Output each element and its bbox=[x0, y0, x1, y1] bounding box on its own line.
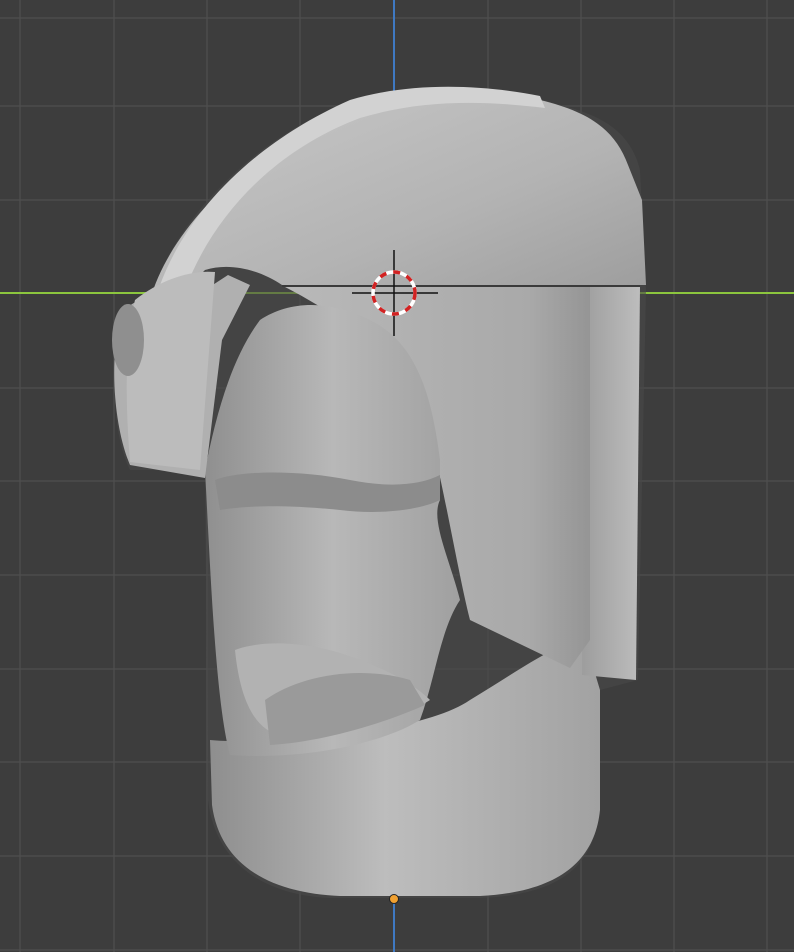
3d-viewport[interactable]: sculpted mesh bbox=[0, 0, 794, 952]
object-origin-icon[interactable] bbox=[389, 894, 399, 904]
viewport-canvas[interactable] bbox=[0, 0, 794, 952]
mesh-object[interactable] bbox=[112, 86, 646, 899]
